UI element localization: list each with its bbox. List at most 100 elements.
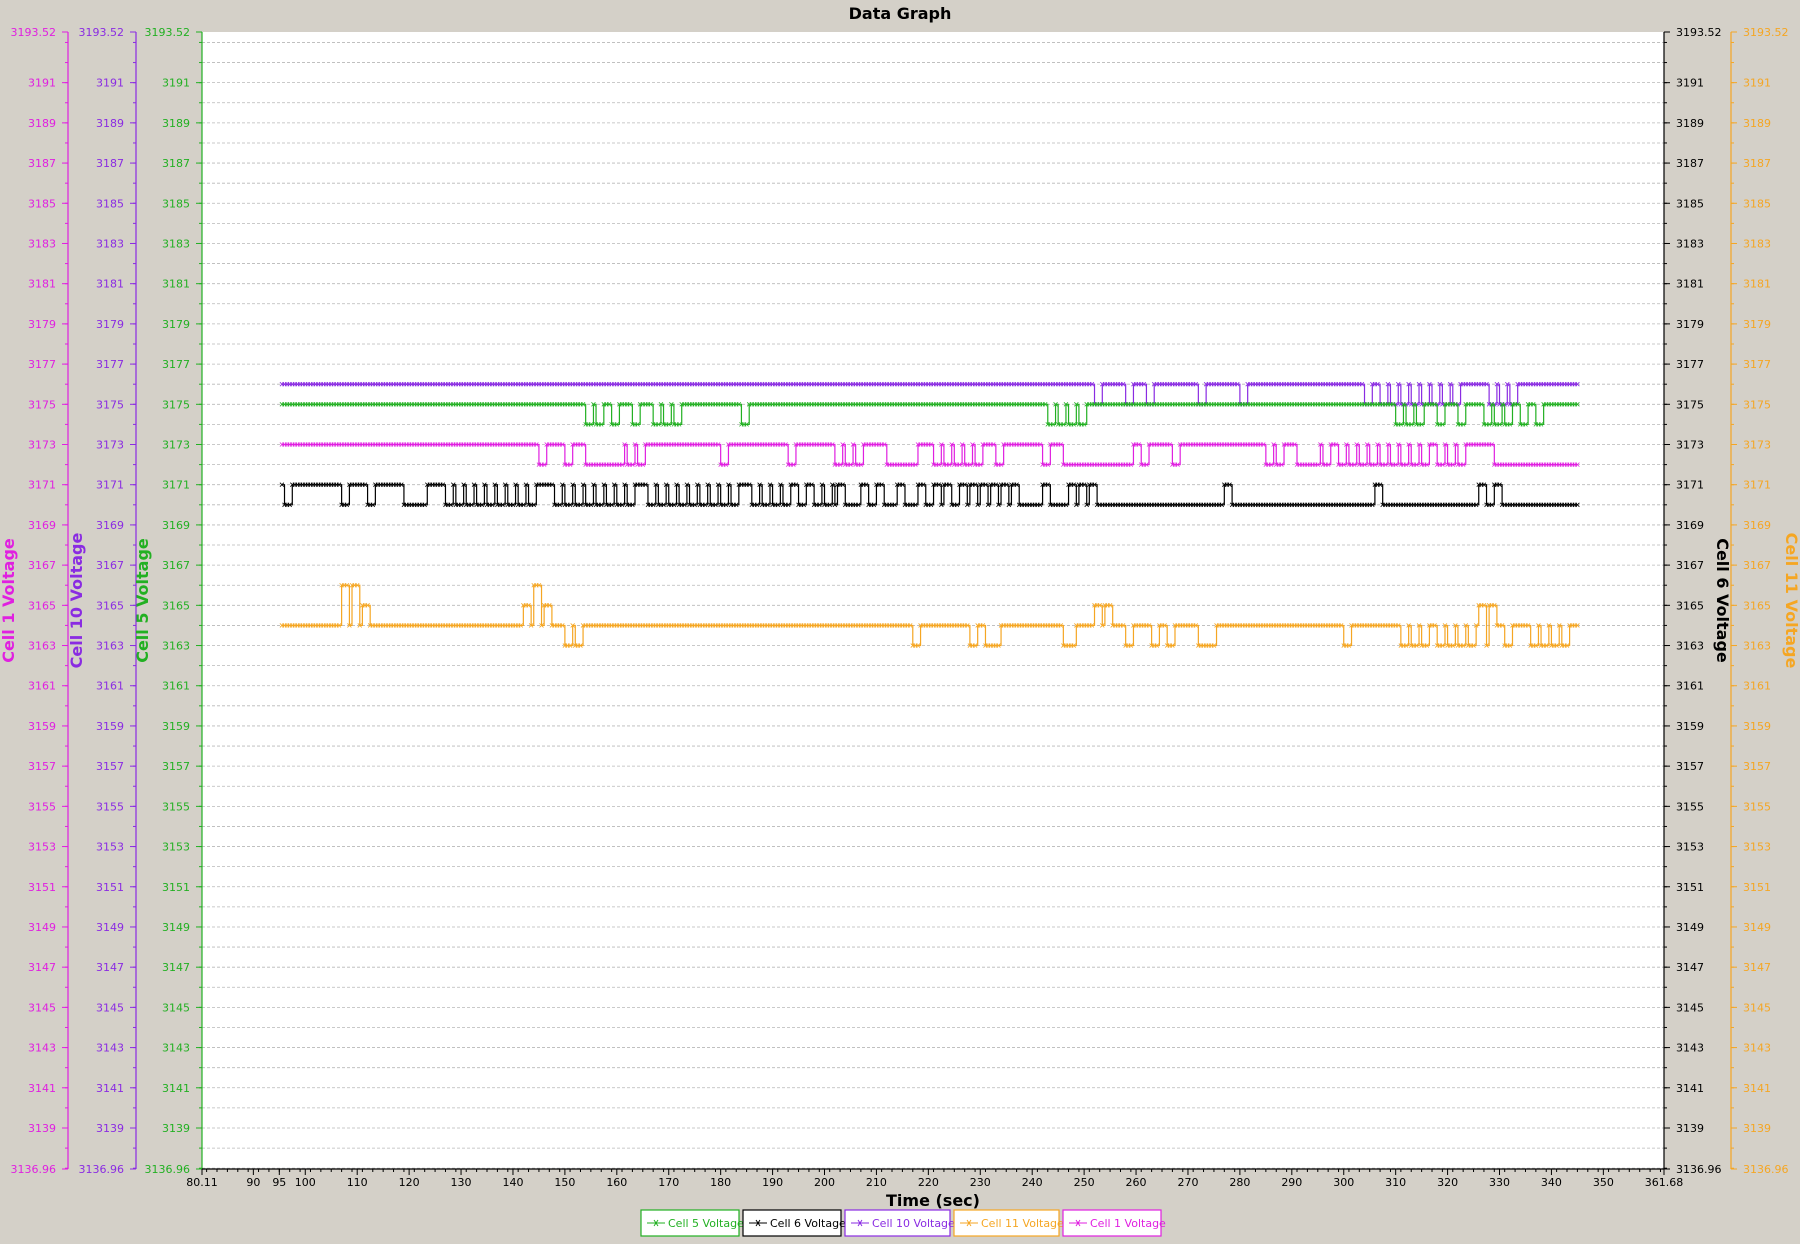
x-tick-label: 150 xyxy=(554,1176,575,1189)
x-tick-label: 170 xyxy=(658,1176,679,1189)
y-tick-label: 3165 xyxy=(96,599,124,612)
x-tick-label: 350 xyxy=(1593,1176,1614,1189)
x-tick-label: 320 xyxy=(1437,1176,1458,1189)
y-tick-label: 3171 xyxy=(96,479,124,492)
y-axis-title: Cell 1 Voltage xyxy=(0,538,18,663)
legend[interactable]: Cell 5 Voltage Cell 6 Voltage Cell 10 Volt… xyxy=(640,1209,1166,1237)
y-tick-label: 3185 xyxy=(96,197,124,210)
y-axis-title: Cell 11 Voltage xyxy=(1782,533,1800,669)
x-tick-label: 160 xyxy=(606,1176,627,1189)
y-tick-label: 3151 xyxy=(28,881,56,894)
x-tick-label: 220 xyxy=(918,1176,939,1189)
y-tick-label: 3171 xyxy=(1743,479,1771,492)
y-tick-label: 3147 xyxy=(162,961,190,974)
y-tick-label: 3191 xyxy=(162,77,190,90)
x-tick-label: 230 xyxy=(970,1176,991,1189)
y-tick-label: 3181 xyxy=(162,278,190,291)
y-tick-label: 3185 xyxy=(162,197,190,210)
y-tick-label: 3175 xyxy=(1743,398,1771,411)
y-tick-label: 3185 xyxy=(1743,197,1771,210)
y-tick-label: 3191 xyxy=(1676,77,1704,90)
y-tick-label: 3155 xyxy=(1676,800,1704,813)
y-tick-label: 3169 xyxy=(28,519,56,532)
y-tick-label: 3183 xyxy=(1743,237,1771,250)
y-tick-label: 3153 xyxy=(1743,841,1771,854)
y-tick-label: 3147 xyxy=(1676,961,1704,974)
y-tick-label: 3177 xyxy=(1743,358,1771,371)
x-tick-label: 95 xyxy=(272,1176,286,1189)
legend-item[interactable]: Cell 1 Voltage xyxy=(1062,1209,1166,1237)
y-tick-label: 3171 xyxy=(28,479,56,492)
y-axis-title: Cell 6 Voltage xyxy=(1713,538,1732,663)
y-tick-label: 3165 xyxy=(1743,599,1771,612)
y-tick-label: 3183 xyxy=(162,237,190,250)
y-tick-label: 3193.52 xyxy=(1743,26,1789,39)
y-tick-label: 3151 xyxy=(1743,881,1771,894)
y-tick-label: 3141 xyxy=(28,1082,56,1095)
legend-label: Cell 6 Voltage xyxy=(770,1217,846,1230)
x-tick-label: 130 xyxy=(451,1176,472,1189)
y-tick-label: 3165 xyxy=(162,599,190,612)
y-tick-label: 3141 xyxy=(96,1082,124,1095)
y-tick-label: 3153 xyxy=(96,841,124,854)
y-tick-label: 3143 xyxy=(162,1042,190,1055)
y-tick-label: 3151 xyxy=(96,881,124,894)
legend-item[interactable]: Cell 5 Voltage xyxy=(640,1209,744,1237)
y-tick-label: 3145 xyxy=(1743,1001,1771,1014)
y-tick-label: 3161 xyxy=(162,680,190,693)
y-tick-label: 3139 xyxy=(1676,1122,1704,1135)
x-tick-label: 200 xyxy=(814,1176,835,1189)
x-tick-label: 300 xyxy=(1333,1176,1354,1189)
x-tick-label: 310 xyxy=(1385,1176,1406,1189)
y-tick-label: 3139 xyxy=(28,1122,56,1135)
y-tick-label: 3141 xyxy=(162,1082,190,1095)
y-tick-label: 3136.96 xyxy=(145,1163,191,1176)
y-tick-label: 3159 xyxy=(96,720,124,733)
y-tick-label: 3175 xyxy=(96,398,124,411)
x-tick-label: 240 xyxy=(1022,1176,1043,1189)
y-tick-label: 3181 xyxy=(1743,278,1771,291)
x-tick-label: 110 xyxy=(347,1176,368,1189)
y-tick-label: 3193.52 xyxy=(79,26,125,39)
y-tick-label: 3181 xyxy=(96,278,124,291)
y-tick-label: 3145 xyxy=(1676,1001,1704,1014)
y-tick-label: 3165 xyxy=(28,599,56,612)
y-tick-label: 3151 xyxy=(1676,881,1704,894)
y-tick-label: 3193.52 xyxy=(11,26,57,39)
y-tick-label: 3169 xyxy=(1743,519,1771,532)
legend-label: Cell 10 Voltage xyxy=(872,1217,955,1230)
y-tick-label: 3189 xyxy=(1676,117,1704,130)
y-tick-label: 3147 xyxy=(1743,961,1771,974)
legend-item[interactable]: Cell 11 Voltage xyxy=(953,1209,1064,1237)
y-tick-label: 3189 xyxy=(1743,117,1771,130)
y-tick-label: 3143 xyxy=(28,1042,56,1055)
x-tick-label: 210 xyxy=(866,1176,887,1189)
y-tick-label: 3141 xyxy=(1676,1082,1704,1095)
legend-item[interactable]: Cell 6 Voltage xyxy=(742,1209,846,1237)
y-tick-label: 3136.96 xyxy=(11,1163,57,1176)
y-tick-label: 3175 xyxy=(1676,398,1704,411)
chart-svg: Data Graph 3136.96 3139 3141 3143 3145 3147 31… xyxy=(0,4,1800,1237)
y-tick-label: 3173 xyxy=(1743,439,1771,452)
y-tick-label: 3149 xyxy=(1743,921,1771,934)
y-tick-label: 3161 xyxy=(96,680,124,693)
y-tick-label: 3136.96 xyxy=(1676,1163,1722,1176)
y-tick-label: 3185 xyxy=(1676,197,1704,210)
x-tick-label: 330 xyxy=(1489,1176,1510,1189)
y-tick-label: 3159 xyxy=(1676,720,1704,733)
y-tick-label: 3157 xyxy=(1743,760,1771,773)
y-tick-label: 3163 xyxy=(96,640,124,653)
y-tick-label: 3151 xyxy=(162,881,190,894)
y-tick-label: 3183 xyxy=(1676,237,1704,250)
y-tick-label: 3175 xyxy=(162,398,190,411)
legend-item[interactable]: Cell 10 Voltage xyxy=(844,1209,955,1237)
y-tick-label: 3143 xyxy=(96,1042,124,1055)
y-tick-label: 3183 xyxy=(96,237,124,250)
y-tick-label: 3181 xyxy=(28,278,56,291)
data-graph-window: Data Graph 3136.96 3139 3141 3143 3145 3147 31… xyxy=(0,0,1800,1240)
y-tick-label: 3169 xyxy=(162,519,190,532)
y-axis-title: Cell 10 Voltage xyxy=(67,533,86,669)
y-tick-label: 3145 xyxy=(96,1001,124,1014)
x-tick-label: 140 xyxy=(502,1176,523,1189)
y-tick-label: 3193.52 xyxy=(145,26,191,39)
